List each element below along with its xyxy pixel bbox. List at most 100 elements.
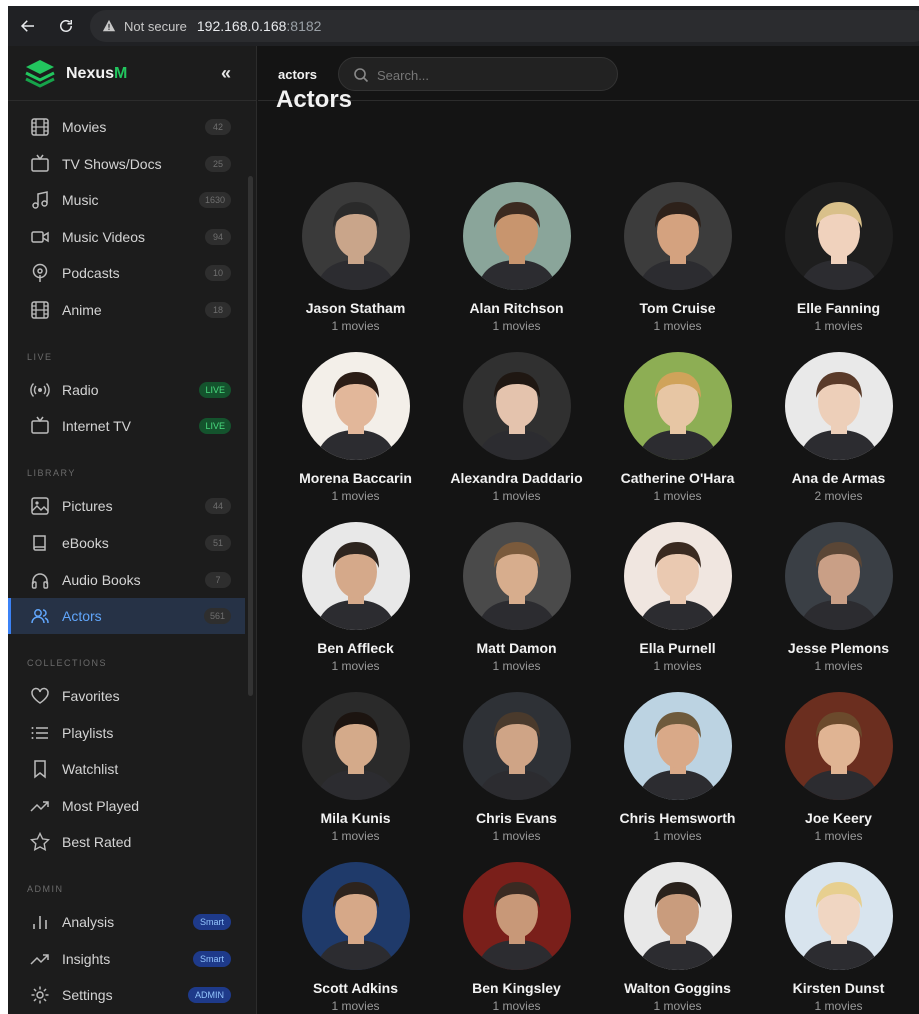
actor-name[interactable]: Ben Affleck: [275, 640, 436, 656]
sidebar-item-music[interactable]: Music 1630: [8, 182, 245, 218]
actor-card[interactable]: Ben Kingsley 1 movies: [436, 862, 597, 1014]
actor-name[interactable]: Ben Kingsley: [436, 980, 597, 996]
actor-card[interactable]: Kirsten Dunst 1 movies: [758, 862, 919, 1014]
actor-avatar[interactable]: [463, 352, 571, 460]
address-bar[interactable]: Not secure 192.168.0.168:8182: [90, 10, 919, 42]
sidebar-item-best-rated[interactable]: Best Rated: [8, 824, 245, 860]
sidebar-item-anime[interactable]: Anime 18: [8, 292, 245, 328]
actor-avatar[interactable]: [624, 692, 732, 800]
actor-name[interactable]: Elle Fanning: [758, 300, 919, 316]
actor-name[interactable]: Jesse Plemons: [758, 640, 919, 656]
actor-avatar[interactable]: [463, 182, 571, 290]
actor-card[interactable]: Chris Hemsworth 1 movies: [597, 692, 758, 857]
actor-card[interactable]: Ella Purnell 1 movies: [597, 522, 758, 687]
actor-card[interactable]: Ana de Armas 2 movies: [758, 352, 919, 517]
actor-name[interactable]: Matt Damon: [436, 640, 597, 656]
actor-avatar[interactable]: [463, 522, 571, 630]
actor-name[interactable]: Jason Statham: [275, 300, 436, 316]
actor-card[interactable]: Mila Kunis 1 movies: [275, 692, 436, 857]
radio-icon: [30, 380, 50, 400]
brand-name: NexusM: [66, 65, 128, 82]
actor-name[interactable]: Scott Adkins: [275, 980, 436, 996]
actor-avatar[interactable]: [624, 352, 732, 460]
sidebar-item-label: Favorites: [62, 688, 120, 704]
actor-card[interactable]: Joe Keery 1 movies: [758, 692, 919, 857]
sidebar-item-watchlist[interactable]: Watchlist: [8, 751, 245, 787]
actor-card[interactable]: Tom Cruise 1 movies: [597, 182, 758, 347]
actor-card[interactable]: Chris Evans 1 movies: [436, 692, 597, 857]
actor-avatar[interactable]: [302, 692, 410, 800]
actor-name[interactable]: Ella Purnell: [597, 640, 758, 656]
actor-avatar[interactable]: [302, 182, 410, 290]
sidebar-item-playlists[interactable]: Playlists: [8, 715, 245, 751]
actor-name[interactable]: Walton Goggins: [597, 980, 758, 996]
actor-name[interactable]: Chris Hemsworth: [597, 810, 758, 826]
smart-badge: Smart: [192, 951, 231, 967]
sidebar-item-pictures[interactable]: Pictures 44: [8, 488, 245, 524]
actor-name[interactable]: Chris Evans: [436, 810, 597, 826]
collapse-sidebar-button[interactable]: «: [221, 63, 231, 84]
section-heading-collections: COLLECTIONS: [27, 658, 108, 668]
search-input[interactable]: [377, 65, 607, 85]
sidebar-item-tv-shows[interactable]: TV Shows/Docs 25: [8, 146, 245, 182]
actor-name[interactable]: Morena Baccarin: [275, 470, 436, 486]
actor-name[interactable]: Tom Cruise: [597, 300, 758, 316]
actor-name[interactable]: Alexandra Daddario: [436, 470, 597, 486]
sidebar-item-settings[interactable]: Settings ADMIN: [8, 977, 245, 1013]
actor-card[interactable]: Walton Goggins 1 movies: [597, 862, 758, 1014]
actor-card[interactable]: Alan Ritchson 1 movies: [436, 182, 597, 347]
actor-card[interactable]: Jason Statham 1 movies: [275, 182, 436, 347]
actor-avatar[interactable]: [302, 522, 410, 630]
actor-name[interactable]: Mila Kunis: [275, 810, 436, 826]
sidebar-item-label: Music Videos: [62, 229, 146, 245]
sidebar-item-movies[interactable]: Movies 42: [8, 109, 245, 145]
sidebar-item-actors[interactable]: Actors 561: [8, 598, 245, 634]
actor-card[interactable]: Morena Baccarin 1 movies: [275, 352, 436, 517]
actor-avatar[interactable]: [624, 522, 732, 630]
actor-avatar[interactable]: [785, 182, 893, 290]
actor-avatar[interactable]: [785, 352, 893, 460]
actor-name[interactable]: Joe Keery: [758, 810, 919, 826]
actor-name[interactable]: Alan Ritchson: [436, 300, 597, 316]
actor-card[interactable]: Catherine O'Hara 1 movies: [597, 352, 758, 517]
search-box[interactable]: [338, 57, 618, 91]
actor-name[interactable]: Kirsten Dunst: [758, 980, 919, 996]
sidebar-item-ebooks[interactable]: eBooks 51: [8, 525, 245, 561]
breadcrumb[interactable]: actors: [278, 67, 317, 82]
reload-icon[interactable]: [54, 14, 78, 38]
actor-card[interactable]: Jesse Plemons 1 movies: [758, 522, 919, 687]
video-camera-icon: [30, 227, 50, 247]
sidebar-item-music-videos[interactable]: Music Videos 94: [8, 219, 245, 255]
sidebar-item-favorites[interactable]: Favorites: [8, 678, 245, 714]
back-arrow-icon[interactable]: [16, 14, 40, 38]
sidebar-item-analysis[interactable]: Analysis Smart: [8, 904, 245, 940]
sidebar-item-most-played[interactable]: Most Played: [8, 788, 245, 824]
actor-avatar[interactable]: [302, 352, 410, 460]
actor-avatar[interactable]: [785, 522, 893, 630]
sidebar-item-label: Playlists: [62, 725, 114, 741]
actor-name[interactable]: Ana de Armas: [758, 470, 919, 486]
actor-avatar[interactable]: [785, 862, 893, 970]
sidebar-item-label: Radio: [62, 382, 99, 398]
actor-avatar[interactable]: [463, 692, 571, 800]
actor-card[interactable]: Alexandra Daddario 1 movies: [436, 352, 597, 517]
actor-card[interactable]: Ben Affleck 1 movies: [275, 522, 436, 687]
actor-movie-count: 1 movies: [653, 999, 702, 1013]
film-icon: [30, 117, 50, 137]
actor-avatar[interactable]: [302, 862, 410, 970]
actor-avatar[interactable]: [624, 182, 732, 290]
actor-movie-count: 1 movies: [331, 319, 380, 333]
sidebar-scrollbar[interactable]: [248, 176, 253, 696]
actor-name[interactable]: Catherine O'Hara: [597, 470, 758, 486]
actor-avatar[interactable]: [624, 862, 732, 970]
actor-card[interactable]: Matt Damon 1 movies: [436, 522, 597, 687]
sidebar-item-internet-tv[interactable]: Internet TV LIVE: [8, 408, 245, 444]
actor-card[interactable]: Elle Fanning 1 movies: [758, 182, 919, 347]
sidebar-item-audio-books[interactable]: Audio Books 7: [8, 562, 245, 598]
actor-card[interactable]: Scott Adkins 1 movies: [275, 862, 436, 1014]
actor-avatar[interactable]: [785, 692, 893, 800]
actor-avatar[interactable]: [463, 862, 571, 970]
sidebar-item-radio[interactable]: Radio LIVE: [8, 372, 245, 408]
sidebar-item-insights[interactable]: Insights Smart: [8, 941, 245, 977]
sidebar-item-podcasts[interactable]: Podcasts 10: [8, 255, 245, 291]
